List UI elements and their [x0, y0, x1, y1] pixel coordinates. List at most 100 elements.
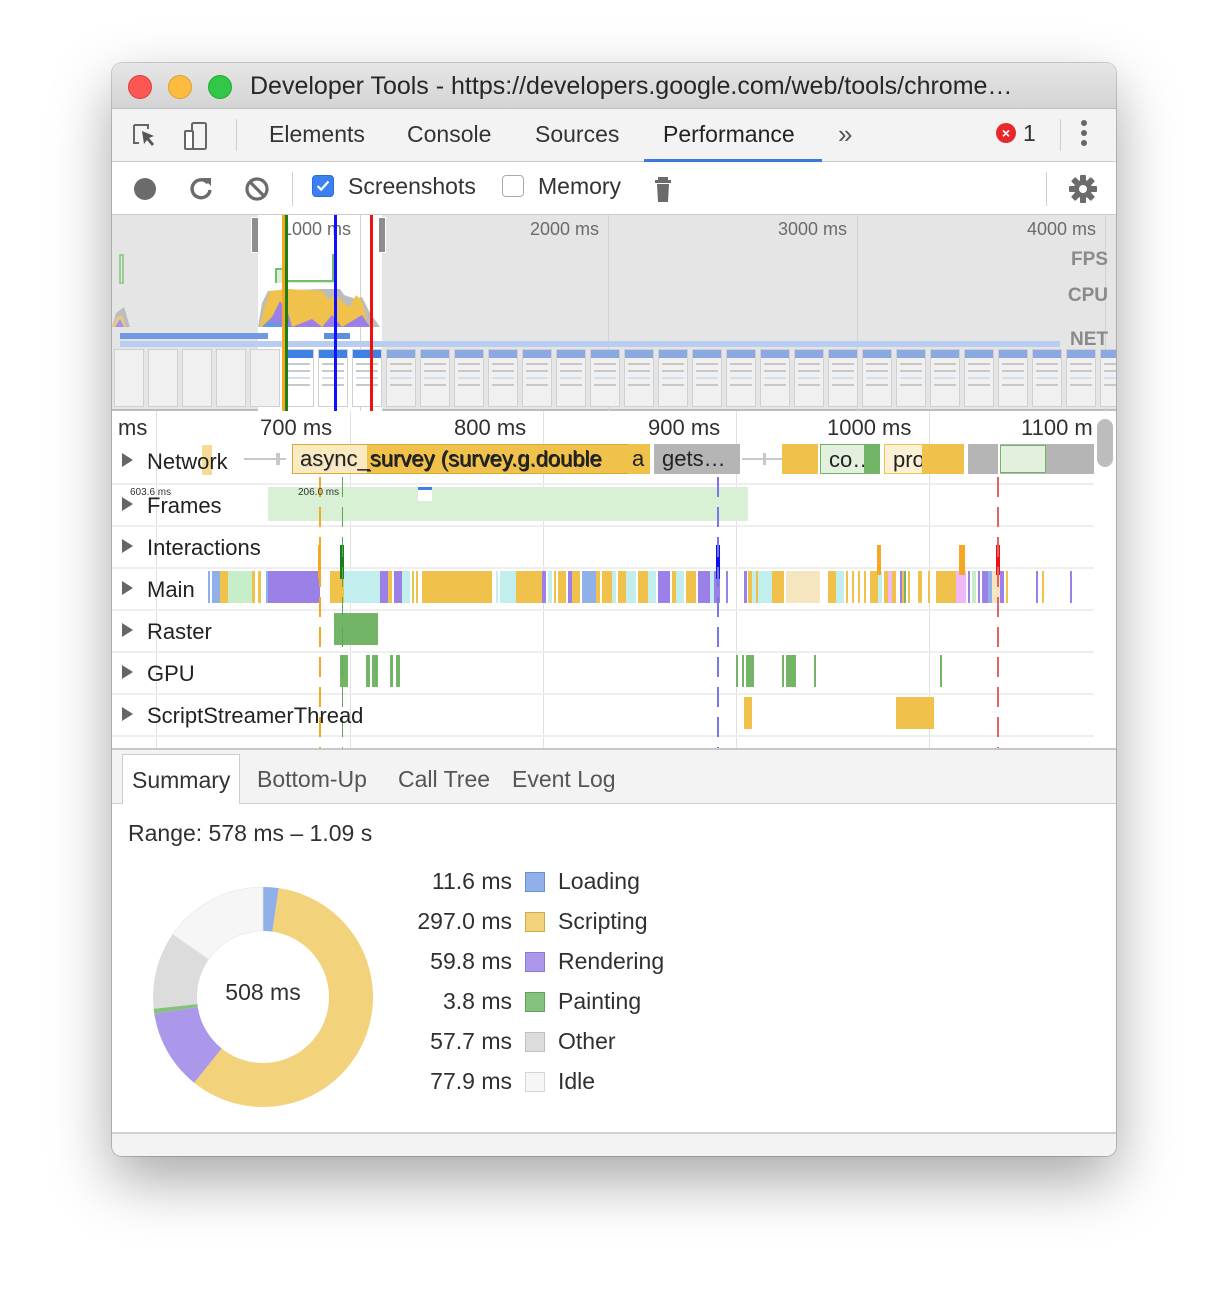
- track-gpu[interactable]: GPU: [112, 653, 1094, 695]
- screenshot-thumbnail[interactable]: [760, 349, 790, 407]
- memory-checkbox[interactable]: [502, 175, 524, 197]
- flame-scrollbar[interactable]: [1097, 419, 1113, 467]
- memory-label[interactable]: Memory: [538, 173, 621, 200]
- gpu-task[interactable]: [396, 655, 400, 687]
- screenshot-thumbnail[interactable]: [488, 349, 518, 407]
- main-thread-task[interactable]: [676, 571, 684, 603]
- main-thread-task[interactable]: [412, 571, 414, 603]
- screenshot-thumbnail[interactable]: [556, 349, 586, 407]
- gpu-task[interactable]: [746, 655, 754, 687]
- gpu-task[interactable]: [372, 655, 378, 687]
- track-label-script-streamer[interactable]: ScriptStreamerThread: [122, 703, 363, 729]
- screenshot-thumbnail[interactable]: [386, 349, 416, 407]
- screenshot-thumbnail[interactable]: [862, 349, 892, 407]
- script-streamer-task[interactable]: [744, 697, 752, 729]
- main-thread-task[interactable]: [698, 571, 710, 603]
- main-thread-task[interactable]: [500, 571, 516, 603]
- expand-triangle-icon[interactable]: [122, 539, 133, 553]
- minimize-window-button[interactable]: [168, 75, 192, 99]
- main-thread-task[interactable]: [878, 571, 882, 603]
- main-thread-task[interactable]: [596, 571, 600, 603]
- error-count[interactable]: 1: [1023, 120, 1036, 147]
- main-thread-task[interactable]: [496, 571, 498, 603]
- main-thread-task[interactable]: [744, 571, 747, 603]
- tab-performance[interactable]: Performance: [663, 121, 795, 148]
- main-thread-task[interactable]: [1006, 571, 1008, 603]
- more-tabs-button[interactable]: »: [838, 119, 852, 150]
- track-label-main[interactable]: Main: [122, 577, 195, 603]
- overview-right-handle[interactable]: [378, 217, 386, 253]
- screenshot-thumbnail[interactable]: [216, 349, 246, 407]
- main-thread-task[interactable]: [846, 571, 848, 603]
- main-thread-task[interactable]: [968, 571, 970, 603]
- main-thread-task[interactable]: [1000, 571, 1004, 603]
- main-thread-task[interactable]: [542, 571, 546, 603]
- main-thread-task[interactable]: [1036, 571, 1038, 603]
- main-thread-task[interactable]: [548, 571, 552, 603]
- overview-left-handle[interactable]: [251, 217, 259, 253]
- main-thread-task[interactable]: [858, 571, 860, 603]
- main-thread-task[interactable]: [936, 571, 956, 603]
- main-thread-task[interactable]: [1070, 571, 1072, 603]
- tab-call-tree[interactable]: Call Tree: [389, 754, 499, 804]
- clear-icon[interactable]: [242, 174, 272, 204]
- main-thread-task[interactable]: [786, 571, 820, 603]
- screenshot-thumbnail[interactable]: [624, 349, 654, 407]
- main-thread-task[interactable]: [892, 571, 896, 603]
- screenshot-thumbnail[interactable]: [318, 349, 348, 407]
- inspect-element-icon[interactable]: [130, 121, 160, 151]
- expand-triangle-icon[interactable]: [122, 665, 133, 679]
- main-thread-task[interactable]: [388, 571, 392, 603]
- screenshot-thumbnail[interactable]: [114, 349, 144, 407]
- track-interactions[interactable]: Interactions: [112, 527, 1094, 569]
- main-thread-task[interactable]: [612, 571, 616, 603]
- screenshots-label[interactable]: Screenshots: [348, 173, 476, 200]
- main-thread-task[interactable]: [918, 571, 922, 603]
- main-thread-task[interactable]: [908, 571, 910, 603]
- main-thread-task[interactable]: [252, 571, 255, 603]
- main-thread-task[interactable]: [602, 571, 612, 603]
- gpu-task[interactable]: [940, 655, 942, 687]
- more-options-icon[interactable]: [1076, 120, 1092, 150]
- main-thread-task[interactable]: [516, 571, 542, 603]
- main-thread-task[interactable]: [394, 571, 402, 603]
- trash-icon[interactable]: [648, 174, 678, 204]
- main-thread-task[interactable]: [344, 571, 380, 603]
- tab-console[interactable]: Console: [407, 121, 491, 148]
- flame-chart[interactable]: ms 700 ms 800 ms 900 ms 1000 ms 1100 ms …: [112, 411, 1116, 750]
- main-thread-task[interactable]: [416, 571, 418, 603]
- track-raster[interactable]: Raster: [112, 611, 1094, 653]
- gpu-task[interactable]: [814, 655, 816, 687]
- track-label-gpu[interactable]: GPU: [122, 661, 195, 687]
- main-thread-task[interactable]: [904, 571, 906, 603]
- main-thread-task[interactable]: [972, 571, 976, 603]
- track-label-interactions[interactable]: Interactions: [122, 535, 261, 561]
- device-toolbar-icon[interactable]: [182, 121, 212, 151]
- expand-triangle-icon[interactable]: [122, 707, 133, 721]
- screenshot-thumbnail[interactable]: [352, 349, 382, 407]
- expand-triangle-icon[interactable]: [122, 581, 133, 595]
- screenshot-thumbnail[interactable]: [726, 349, 756, 407]
- tab-elements[interactable]: Elements: [269, 121, 365, 148]
- main-thread-task[interactable]: [726, 571, 728, 603]
- tab-sources[interactable]: Sources: [535, 121, 619, 148]
- gpu-task[interactable]: [366, 655, 370, 687]
- main-thread-task[interactable]: [558, 571, 566, 603]
- main-thread-task[interactable]: [978, 571, 980, 603]
- screenshot-thumbnail[interactable]: [420, 349, 450, 407]
- main-thread-task[interactable]: [638, 571, 648, 603]
- screenshot-thumbnail[interactable]: [182, 349, 212, 407]
- main-thread-task[interactable]: [852, 571, 854, 603]
- track-script-streamer[interactable]: ScriptStreamerThread: [112, 695, 1094, 737]
- reload-icon[interactable]: [186, 174, 216, 204]
- main-thread-task[interactable]: [422, 571, 492, 603]
- main-thread-task[interactable]: [686, 571, 696, 603]
- main-thread-task[interactable]: [626, 571, 636, 603]
- screenshot-thumbnail[interactable]: [1032, 349, 1062, 407]
- screenshot-thumbnail[interactable]: [964, 349, 994, 407]
- screenshot-thumbnail[interactable]: [896, 349, 926, 407]
- track-label-network[interactable]: Network: [122, 449, 228, 475]
- main-thread-task[interactable]: [380, 571, 388, 603]
- main-thread-task[interactable]: [828, 571, 836, 603]
- main-thread-task[interactable]: [220, 571, 228, 603]
